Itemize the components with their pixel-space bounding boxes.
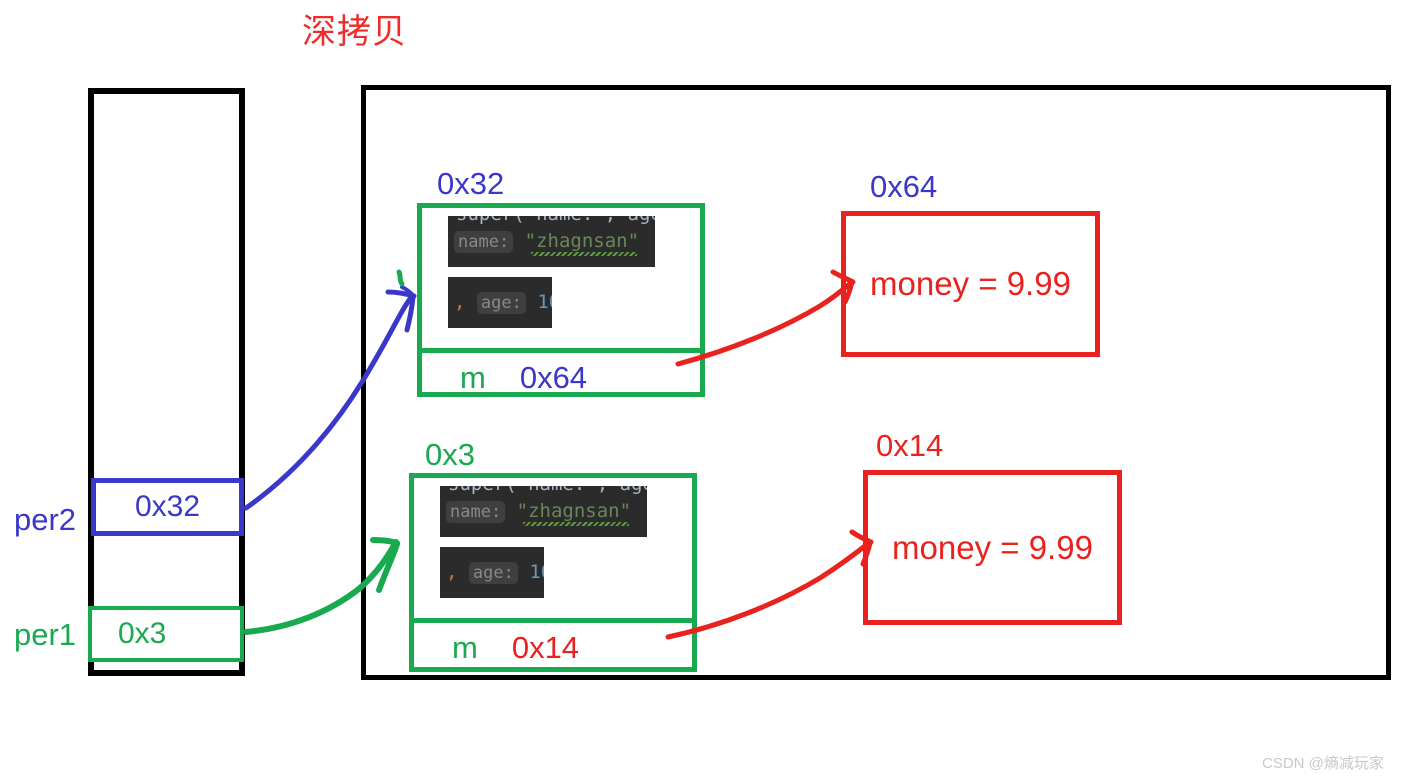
money-block-1-address: 0x64 bbox=[870, 169, 938, 204]
code-hint-age: age: bbox=[468, 562, 518, 584]
code-comma: , bbox=[454, 291, 466, 313]
heap-object-1-field-value: 0x64 bbox=[519, 359, 588, 395]
code-comma: , bbox=[446, 561, 458, 583]
stack-slot-per1: 0x3 bbox=[88, 606, 244, 662]
code-hint-age: age: bbox=[476, 292, 526, 314]
money-block-2-box: money = 9.99 bbox=[863, 470, 1122, 625]
heap-object-2-body: super( name: , age: ) name: "zhagnsan" ,… bbox=[414, 478, 692, 618]
money-block-1-box: money = 9.99 bbox=[841, 211, 1100, 357]
money-block-1-text: money = 9.99 bbox=[870, 265, 1071, 302]
heap-object-1-field-name: m bbox=[460, 359, 486, 395]
heap-object-1-footer: m 0x64 bbox=[422, 353, 700, 402]
money-block-2-text: money = 9.99 bbox=[892, 528, 1093, 566]
heap-object-2-field-name: m bbox=[452, 629, 478, 665]
code-snippet-1-line-1: super( name: , age: ) name: "zhagnsan" bbox=[448, 216, 655, 267]
csdn-watermark: CSDN @熵减玩家 bbox=[1262, 755, 1384, 772]
stack-slot-per1-value: 0x3 bbox=[118, 617, 167, 650]
code-hint-name: name: bbox=[446, 501, 506, 523]
code-hint-name: name: bbox=[454, 231, 514, 253]
heap-object-2-footer: m 0x14 bbox=[414, 623, 692, 672]
code-line-age: , age: 10) bbox=[446, 560, 544, 585]
code-snippet-1-line-2: , age: 10) bbox=[448, 277, 552, 328]
code-snippet-2-line-2: , age: 10) bbox=[440, 547, 544, 598]
stack-frame bbox=[88, 88, 245, 676]
diagram-title: 深拷贝 bbox=[302, 13, 407, 51]
code-number-age: 10 bbox=[529, 561, 544, 583]
code-line-name: name: "zhagnsan" bbox=[446, 499, 631, 524]
heap-object-2-field-value: 0x14 bbox=[511, 629, 580, 665]
heap-object-1-body: super( name: , age: ) name: "zhagnsan" ,… bbox=[422, 208, 700, 348]
heap-object-2-box: super( name: , age: ) name: "zhagnsan" ,… bbox=[409, 473, 697, 672]
stack-slot-per2: 0x32 bbox=[91, 478, 244, 536]
code-line-age: , age: 10) bbox=[454, 290, 552, 315]
code-string-name: "zhagnsan" bbox=[524, 230, 640, 252]
heap-object-1-address: 0x32 bbox=[437, 166, 505, 201]
code-number-age: 10 bbox=[537, 291, 552, 313]
money-block-2-address: 0x14 bbox=[876, 428, 944, 463]
heap-object-1-box: super( name: , age: ) name: "zhagnsan" ,… bbox=[417, 203, 705, 397]
code-line-name: name: "zhagnsan" bbox=[454, 229, 639, 254]
stack-var-label-per1: per1 bbox=[14, 617, 77, 652]
code-snippet-2-line-1: super( name: , age: ) name: "zhagnsan" bbox=[440, 486, 647, 537]
heap-object-2-address: 0x3 bbox=[425, 437, 475, 472]
code-clipped-line: super( name: , age: ) bbox=[456, 216, 655, 225]
stack-var-label-per2: per2 bbox=[14, 502, 77, 537]
stack-slot-per2-value: 0x32 bbox=[134, 490, 201, 523]
code-string-name: "zhagnsan" bbox=[516, 500, 632, 522]
code-clipped-line: super( name: , age: ) bbox=[448, 486, 647, 495]
